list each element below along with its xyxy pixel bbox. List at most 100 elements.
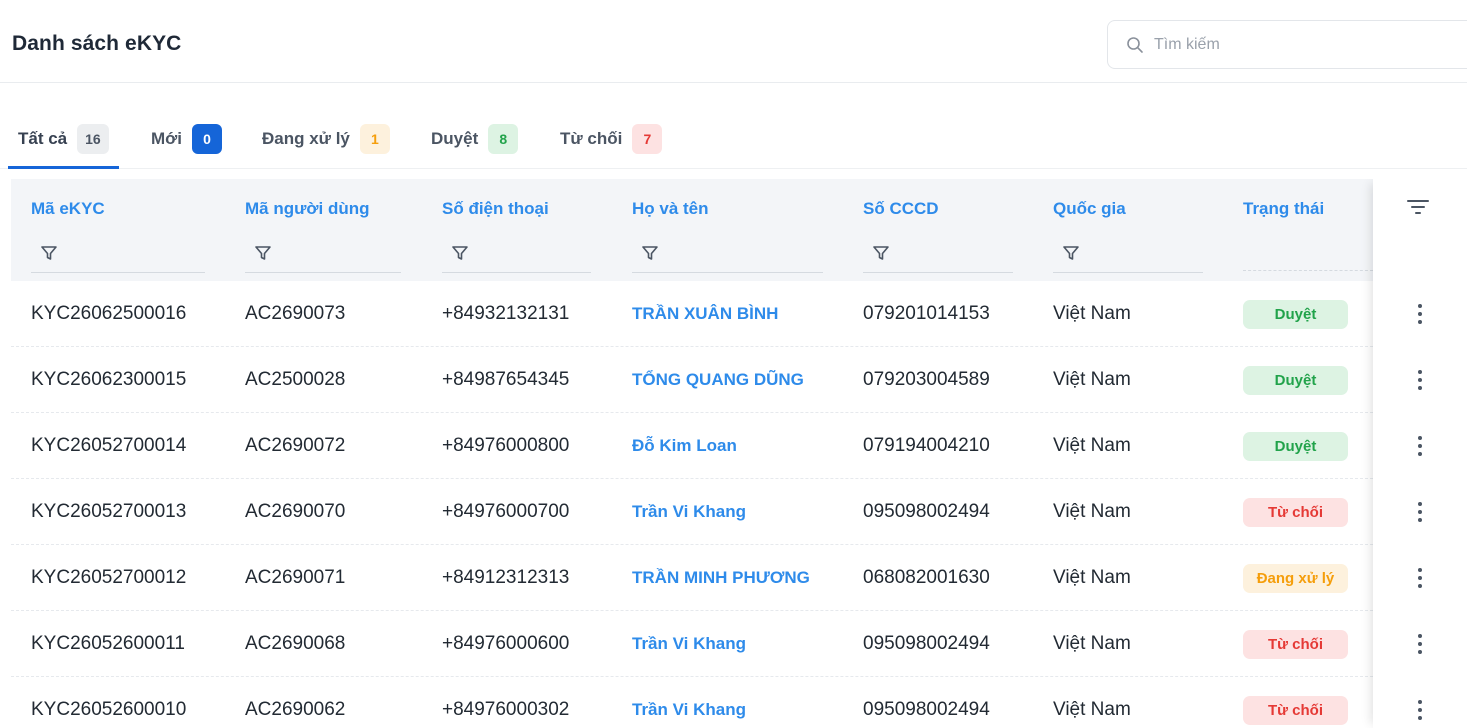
status-badge: Từ chối — [1243, 498, 1348, 527]
menu-dot — [1418, 312, 1422, 316]
filter-id-card[interactable] — [863, 235, 1013, 273]
ekyc-table: Mã eKYC Mã người dùng Số điện thoại Họ v… — [11, 179, 1467, 728]
column-header-status[interactable]: Trạng thái — [1243, 199, 1324, 219]
menu-dot — [1418, 708, 1422, 712]
user-id-cell: AC2690068 — [245, 633, 346, 654]
phone-cell: +84987654345 — [442, 369, 570, 390]
country-cell: Việt Nam — [1053, 567, 1131, 588]
ekyc-id-cell: KYC26052700013 — [31, 501, 187, 522]
tab-count-badge: 0 — [191, 124, 222, 154]
full-name-link[interactable]: Trần Vi Khang — [632, 611, 746, 677]
table-row[interactable]: KYC26052700012 AC2690071 +84912312313 TRẦN … — [11, 545, 1373, 611]
ekyc-id-cell: KYC26062500016 — [31, 303, 187, 324]
phone-cell: +84976000700 — [442, 501, 570, 522]
menu-dot — [1418, 304, 1422, 308]
phone-cell: +84976000302 — [442, 699, 570, 720]
phone-cell: +84932132131 — [442, 303, 570, 324]
status-badge: Đang xử lý — [1243, 564, 1348, 593]
ekyc-id-cell: KYC26052600011 — [31, 633, 185, 654]
full-name-link[interactable]: TRẦN MINH PHƯƠNG — [632, 545, 810, 611]
filter-full-name[interactable] — [632, 235, 823, 273]
user-id-cell: AC2690070 — [245, 501, 346, 522]
ekyc-id-cell: KYC26062300015 — [31, 369, 187, 390]
column-header-full-name[interactable]: Họ và tên — [632, 199, 709, 219]
tab-label: Mới — [151, 129, 182, 148]
filter-icon — [873, 246, 889, 260]
search-box[interactable] — [1107, 20, 1467, 69]
more-vertical-icon[interactable] — [1412, 565, 1428, 591]
menu-dot — [1418, 370, 1422, 374]
phone-cell: +84976000600 — [442, 633, 570, 654]
table-row[interactable]: KYC26052600011 AC2690068 +84976000600 Trần … — [11, 611, 1373, 677]
column-header-user-id[interactable]: Mã người dùng — [245, 199, 370, 219]
more-vertical-icon[interactable] — [1412, 631, 1428, 657]
more-vertical-icon[interactable] — [1412, 499, 1428, 525]
full-name-link[interactable]: TỔNG QUANG DŨNG — [632, 347, 804, 413]
column-header-country[interactable]: Quốc gia — [1053, 199, 1126, 219]
menu-dot — [1418, 502, 1422, 506]
more-vertical-icon[interactable] — [1412, 367, 1428, 393]
actions-header — [1373, 179, 1467, 281]
id-card-cell: 079201014153 — [863, 303, 990, 324]
search-input[interactable] — [1154, 33, 1454, 57]
more-vertical-icon[interactable] — [1412, 697, 1428, 723]
status-badge: Từ chối — [1243, 696, 1348, 725]
user-id-cell: AC2690073 — [245, 303, 346, 324]
full-name-link[interactable]: Đỗ Kim Loan — [632, 413, 737, 479]
tab-rejected[interactable]: Từ chối 7 — [560, 124, 663, 169]
menu-dot — [1418, 510, 1422, 514]
ekyc-id-cell: KYC26052600010 — [31, 699, 187, 720]
table-row[interactable]: KYC26052700013 AC2690070 +84976000700 Trần … — [11, 479, 1373, 545]
menu-dot — [1418, 642, 1422, 646]
column-header-ekyc-id[interactable]: Mã eKYC — [31, 199, 105, 219]
status-badge: Từ chối — [1243, 630, 1348, 659]
id-card-cell: 079203004589 — [863, 369, 990, 390]
filter-ekyc-id[interactable] — [31, 235, 205, 273]
menu-dot — [1418, 444, 1422, 448]
table-row[interactable]: KYC26052700014 AC2690072 +84976000800 Đỗ Ki… — [11, 413, 1373, 479]
country-cell: Việt Nam — [1053, 699, 1131, 720]
filter-user-id[interactable] — [245, 235, 401, 273]
column-header-id-card[interactable]: Số CCCD — [863, 199, 939, 219]
status-badge: Duyệt — [1243, 432, 1348, 461]
tab-label: Từ chối — [560, 129, 623, 148]
more-vertical-icon[interactable] — [1412, 301, 1428, 327]
full-name-link[interactable]: TRẦN XUÂN BÌNH — [632, 281, 778, 347]
column-settings-icon[interactable] — [1406, 197, 1430, 217]
more-vertical-icon[interactable] — [1412, 433, 1428, 459]
menu-dot — [1418, 568, 1422, 572]
table-row[interactable]: KYC26052600010 AC2690062 +84976000302 Trần … — [11, 677, 1373, 728]
user-id-cell: AC2500028 — [245, 369, 346, 390]
table-row[interactable]: KYC26062300015 AC2500028 +84987654345 TỔNG … — [11, 347, 1373, 413]
country-cell: Việt Nam — [1053, 303, 1131, 324]
column-header-phone[interactable]: Số điện thoại — [442, 199, 549, 219]
id-card-cell: 068082001630 — [863, 567, 990, 588]
user-id-cell: AC2690072 — [245, 435, 346, 456]
country-cell: Việt Nam — [1053, 501, 1131, 522]
country-cell: Việt Nam — [1053, 435, 1131, 456]
tab-all[interactable]: Tất cả 16 — [8, 124, 119, 169]
menu-dot — [1418, 584, 1422, 588]
country-cell: Việt Nam — [1053, 369, 1131, 390]
table-row[interactable]: KYC26062500016 AC2690073 +84932132131 TRẦN … — [11, 281, 1373, 347]
full-name-link[interactable]: Trần Vi Khang — [632, 677, 746, 728]
table-header: Mã eKYC Mã người dùng Số điện thoại Họ v… — [11, 179, 1373, 281]
menu-dot — [1418, 518, 1422, 522]
tab-count-badge: 8 — [488, 124, 519, 154]
menu-dot — [1418, 576, 1422, 580]
id-card-cell: 095098002494 — [863, 699, 990, 720]
filter-country[interactable] — [1053, 235, 1203, 273]
id-card-cell: 079194004210 — [863, 435, 990, 456]
filter-status-placeholder — [1243, 235, 1373, 271]
tab-approved[interactable]: Duyệt 8 — [431, 124, 519, 169]
menu-dot — [1418, 452, 1422, 456]
filter-phone[interactable] — [442, 235, 591, 273]
tab-new[interactable]: Mới 0 — [151, 124, 222, 169]
filter-icon — [41, 246, 57, 260]
user-id-cell: AC2690071 — [245, 567, 346, 588]
country-cell: Việt Nam — [1053, 633, 1131, 654]
tab-processing[interactable]: Đang xử lý 1 — [262, 124, 390, 169]
menu-dot — [1418, 650, 1422, 654]
menu-dot — [1418, 320, 1422, 324]
full-name-link[interactable]: Trần Vi Khang — [632, 479, 746, 545]
